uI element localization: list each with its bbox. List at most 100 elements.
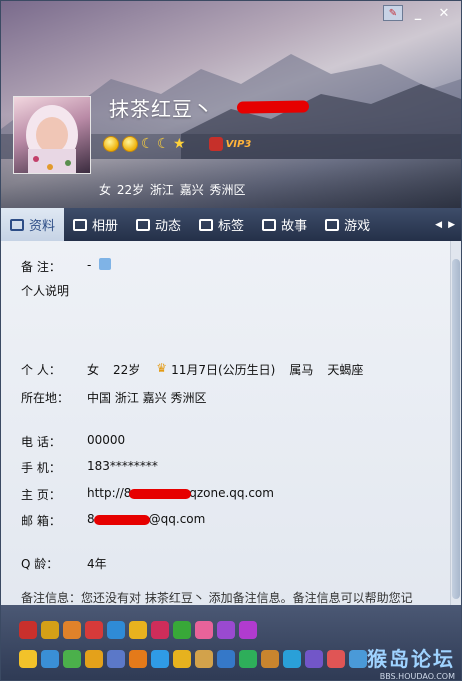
scrollbar-thumb[interactable] <box>452 259 460 599</box>
guard-icon[interactable] <box>173 650 191 668</box>
qage-label: Q 龄： <box>21 557 59 571</box>
vip-crown-icon <box>208 137 223 151</box>
qzone-icon[interactable] <box>41 650 59 668</box>
forum-watermark: 猴岛论坛 BBS.HOUDAO.COM <box>367 643 455 680</box>
tab-story[interactable]: 故事 <box>253 208 316 241</box>
live-icon[interactable] <box>327 650 345 668</box>
level-icons: ☾ ☾ ★ VIP3 <box>103 136 251 152</box>
diamond-yellow-icon[interactable] <box>63 621 81 639</box>
tab-label: 资料 <box>29 219 56 234</box>
feed-icon <box>136 218 151 231</box>
location-label: 所在地： <box>21 391 70 405</box>
diamond-green-icon[interactable] <box>173 621 191 639</box>
tab-feed[interactable]: 动态 <box>127 208 190 241</box>
tab-label: 动态 <box>155 219 182 234</box>
note-text: 备注信息：您还没有对 抹茶红豆丶 添加备注信息。备注信息可以帮助您记 <box>21 591 413 605</box>
diamond-pink-icon[interactable] <box>195 621 213 639</box>
qq-crown-icon[interactable] <box>19 621 37 639</box>
phone-label: 电 话： <box>21 435 61 449</box>
star-level-icon: ★ <box>173 136 186 152</box>
diamond-red-icon[interactable] <box>85 621 103 639</box>
vip-label: VIP3 <box>225 138 252 150</box>
profile-card-icon <box>10 218 24 231</box>
constellation-value: 天蝎座 <box>327 363 364 377</box>
diamond-blue-icon[interactable] <box>107 621 125 639</box>
profile-window: ✎ _ ✕ 抹茶红豆丶 ☾ ☾ ★ VIP3 女 22岁 浙江 嘉兴 秀洲区 资… <box>0 0 462 681</box>
moon-level-icon: ☾ <box>157 135 170 152</box>
browser-icon[interactable] <box>151 650 169 668</box>
tab-label: 故事 <box>281 219 308 234</box>
phone-icon[interactable] <box>217 650 235 668</box>
tab-scroll-left-icon[interactable]: ◀ <box>435 220 442 230</box>
person-label: 个 人： <box>21 363 61 377</box>
tab-game[interactable]: 游戏 <box>316 208 379 241</box>
zodiac-value: 属马 <box>289 363 314 377</box>
camera-icon[interactable] <box>349 650 367 668</box>
qq-member-icon[interactable] <box>41 621 59 639</box>
homepage-prefix[interactable]: http://8 <box>87 486 131 503</box>
game-hall-icon[interactable] <box>239 650 257 668</box>
service-icons-row-2 <box>19 650 367 668</box>
moon-level-icon: ☾ <box>141 135 154 152</box>
redacted-qq-number <box>236 100 310 114</box>
personal-desc-label: 个人说明 <box>21 284 70 298</box>
profile-details: 备 注： - 个人说明 个 人： 女 22岁 ♛ 11月7日(公历生日) 属马 … <box>1 241 451 605</box>
vip-badge[interactable]: VIP3 <box>208 137 252 151</box>
homepage-suffix[interactable]: .qzone.qq.com <box>185 486 274 503</box>
email-label: 邮 箱： <box>21 514 61 528</box>
qage-row: Q 龄： 4年 <box>21 555 107 572</box>
avatar[interactable] <box>13 96 91 174</box>
mobile-label: 手 机： <box>21 461 61 475</box>
search-icon[interactable] <box>283 650 301 668</box>
group-icon[interactable] <box>305 650 323 668</box>
tag-icon <box>199 218 214 231</box>
location-value: 中国 浙江 嘉兴 秀洲区 <box>87 391 207 405</box>
mobile-value: 183******** <box>87 459 158 473</box>
phone-value: 00000 <box>87 433 126 447</box>
personal-desc-row: 个人说明 <box>21 282 69 299</box>
service-icon-bar: 猴岛论坛 BBS.HOUDAO.COM <box>1 605 461 680</box>
tab-label: 标签 <box>218 219 245 234</box>
window-controls: ✎ _ ✕ <box>383 5 455 21</box>
profile-header: ✎ _ ✕ 抹茶红豆丶 ☾ ☾ ★ VIP3 女 22岁 浙江 嘉兴 秀洲区 <box>1 1 461 208</box>
note-row: 备注信息：您还没有对 抹茶红豆丶 添加备注信息。备注信息可以帮助您记 <box>21 589 413 606</box>
minimize-button[interactable]: _ <box>407 5 429 21</box>
tab-tags[interactable]: 标签 <box>190 208 253 241</box>
remark-row: 备 注： - <box>21 258 112 275</box>
heart-icon[interactable] <box>151 621 169 639</box>
service-icons-row-1 <box>19 621 257 639</box>
mail-icon[interactable] <box>107 650 125 668</box>
diamond-gold-icon[interactable] <box>129 621 147 639</box>
remark-label: 备 注： <box>21 260 61 274</box>
chat-bubble-icon[interactable] <box>63 650 81 668</box>
phone-row: 电 话： 00000 <box>21 433 125 450</box>
email-redaction <box>94 515 150 525</box>
pet-icon[interactable] <box>195 650 213 668</box>
mobile-row: 手 机： 183******** <box>21 459 158 476</box>
farm-icon[interactable] <box>261 650 279 668</box>
personal-row: 个 人： 女 22岁 ♛ 11月7日(公历生日) 属马 天蝎座 <box>21 361 363 378</box>
edit-remark-icon[interactable] <box>99 258 112 270</box>
qq-show-icon[interactable] <box>239 621 257 639</box>
star-icon[interactable] <box>19 650 37 668</box>
tab-profile[interactable]: 资料 <box>1 208 65 241</box>
tab-scroll-right-icon[interactable]: ▶ <box>448 220 455 230</box>
shield-icon[interactable] <box>85 650 103 668</box>
diamond-purple-icon[interactable] <box>217 621 235 639</box>
close-button[interactable]: ✕ <box>433 5 455 21</box>
gender-value: 女 <box>87 363 100 377</box>
tab-album[interactable]: 相册 <box>64 208 127 241</box>
birthday-crown-icon: ♛ <box>156 361 168 375</box>
sun-level-icon <box>122 136 138 152</box>
game-icon <box>325 218 340 231</box>
email-suffix[interactable]: @qq.com <box>149 512 206 529</box>
profile-name: 抹茶红豆丶 <box>109 97 214 121</box>
skin-button[interactable]: ✎ <box>383 5 403 21</box>
homepage-label: 主 页： <box>21 488 61 502</box>
location-row: 所在地： 中国 浙江 嘉兴 秀洲区 <box>21 389 206 406</box>
music-icon[interactable] <box>129 650 147 668</box>
story-icon <box>262 218 277 231</box>
tab-label: 游戏 <box>344 219 371 234</box>
tab-bar: 资料 相册 动态 标签 故事 游戏 ◀ ▶ <box>1 208 461 241</box>
homepage-redaction <box>129 489 191 499</box>
